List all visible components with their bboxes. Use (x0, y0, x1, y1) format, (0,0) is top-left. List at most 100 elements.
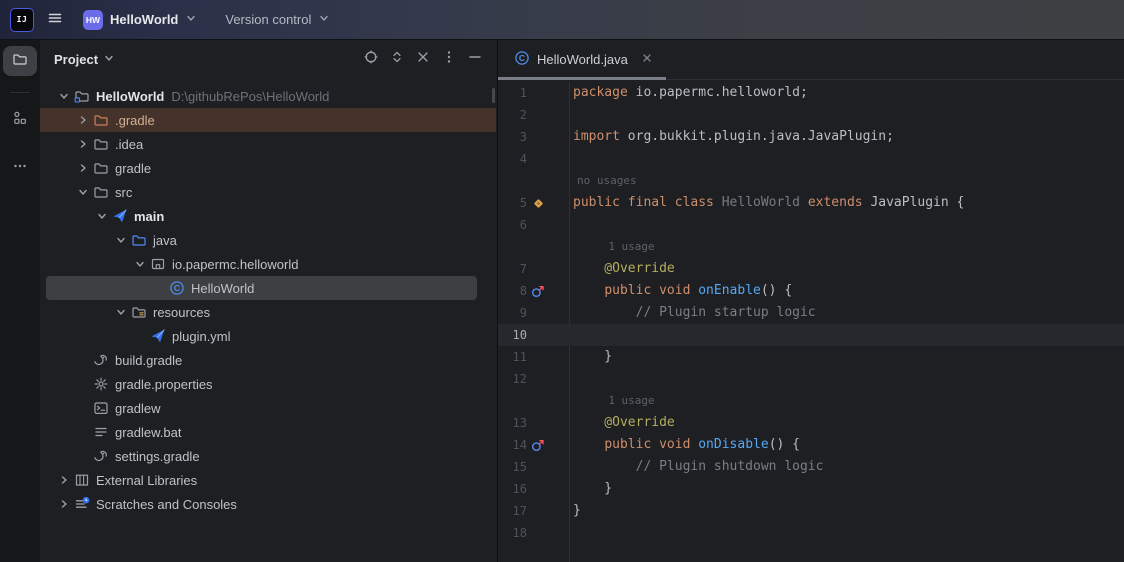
chevron-right-icon[interactable] (73, 112, 92, 128)
override-gutter-icon[interactable] (531, 438, 546, 453)
tree-row-gradlew-bat[interactable]: gradlew.bat (40, 420, 496, 444)
vcs-widget-label: Version control (225, 12, 311, 27)
main-toolbar: IJ HW HelloWorld Version control (0, 0, 1124, 40)
tree-row-java[interactable]: java (40, 228, 496, 252)
chevron-down-icon[interactable] (73, 184, 92, 200)
project-folder-icon (73, 88, 91, 104)
project-tree: HelloWorldD:\githubRePos\HelloWorld.grad… (40, 84, 496, 562)
tree-row-label: gradle (115, 161, 151, 176)
intellij-logo-icon[interactable]: IJ (10, 8, 34, 32)
line-number: 1 (498, 82, 527, 104)
options-button[interactable] (439, 49, 459, 69)
usage-hint[interactable]: 1 usage (573, 390, 655, 412)
folder-icon (92, 184, 110, 200)
expand-all-icon (389, 49, 405, 70)
expand-all-button[interactable] (387, 49, 407, 69)
tree-row-plugin-yml[interactable]: plugin.yml (40, 324, 496, 348)
locate-file-button[interactable] (361, 49, 381, 69)
paper-plane-icon (149, 328, 167, 344)
code-text: } (573, 478, 612, 500)
svg-text:C: C (519, 53, 525, 63)
editor-tab-bar: C HelloWorld.java (498, 40, 1124, 80)
tree-row-gradlew[interactable]: gradlew (40, 396, 496, 420)
tree-row-label: External Libraries (96, 473, 197, 488)
editor-code[interactable]: 1package io.papermc.helloworld;23import … (498, 82, 1124, 562)
chevron-spacer (73, 448, 92, 464)
close-tab-icon[interactable] (640, 51, 654, 68)
stripe-more-button[interactable] (3, 153, 37, 183)
hamburger-menu-icon[interactable] (40, 5, 70, 35)
panel-scrollbar[interactable] (492, 88, 495, 103)
tree-row-label: Scratches and Consoles (96, 497, 237, 512)
tree-row-label: settings.gradle (115, 449, 200, 464)
usage-hint[interactable]: no usages (573, 170, 637, 192)
hide-button[interactable] (465, 49, 485, 69)
tool-window-stripe (0, 40, 40, 562)
chevron-spacer (73, 376, 92, 392)
stripe-structure-button[interactable] (3, 105, 37, 135)
chevron-down-icon (185, 12, 197, 27)
tree-row-src[interactable]: src (40, 180, 496, 204)
project-widget[interactable]: HW HelloWorld (76, 6, 204, 34)
project-tool-window: Project HelloWorldD:\githubRePos\HelloWo… (40, 40, 498, 562)
project-folder-icon (12, 51, 28, 72)
chevron-down-icon[interactable] (111, 232, 130, 248)
usage-hint[interactable]: 1 usage (573, 236, 655, 258)
chevron-down-icon[interactable] (130, 256, 149, 272)
tree-row-external-libraries[interactable]: External Libraries (40, 468, 496, 492)
tree-row-main[interactable]: main (40, 204, 496, 228)
chevron-down-icon[interactable] (92, 208, 111, 224)
plugin-gutter-icon[interactable] (531, 196, 546, 211)
tree-row-build-gradle[interactable]: build.gradle (40, 348, 496, 372)
tree-row-settings-gradle[interactable]: settings.gradle (40, 444, 496, 468)
chevron-right-icon[interactable] (54, 472, 73, 488)
tree-row-label: plugin.yml (172, 329, 231, 344)
project-panel-toolbar (361, 49, 485, 69)
kebab-icon (441, 49, 457, 70)
code-text: } (573, 500, 581, 522)
tree-row-idea[interactable]: .idea (40, 132, 496, 156)
tree-row-helloworld[interactable]: HelloWorldD:\githubRePos\HelloWorld (40, 84, 496, 108)
line-number: 18 (498, 522, 527, 544)
folder-icon (92, 136, 110, 152)
collapse-all-button[interactable] (413, 49, 433, 69)
tree-row-helloworld[interactable]: CHelloWorld (46, 276, 477, 300)
tree-row-gradle-properties[interactable]: gradle.properties (40, 372, 496, 396)
code-line: 10 (498, 324, 1124, 346)
tree-row-io-papermc-helloworld[interactable]: io.papermc.helloworld (40, 252, 496, 276)
chevron-down-icon[interactable] (54, 88, 73, 104)
tree-row-resources[interactable]: resources (40, 300, 496, 324)
folder-resources-icon (130, 304, 148, 320)
code-line: 6 (498, 214, 1124, 236)
chevron-down-icon (103, 52, 115, 67)
tree-row-label: HelloWorld (96, 89, 164, 104)
tree-row-scratches-and-consoles[interactable]: Scratches and Consoles (40, 492, 496, 516)
chevron-right-icon[interactable] (73, 136, 92, 152)
folder-source-icon (130, 232, 148, 248)
line-number: 6 (498, 214, 527, 236)
line-number: 9 (498, 302, 527, 324)
code-line: 9 // Plugin startup logic (498, 302, 1124, 324)
chevron-down-icon[interactable] (111, 304, 130, 320)
tree-row-gradle[interactable]: .gradle (40, 108, 496, 132)
chevron-right-icon[interactable] (73, 160, 92, 176)
vcs-widget[interactable]: Version control (218, 8, 337, 31)
terminal-icon (92, 400, 110, 416)
locate-icon (363, 49, 379, 70)
chevron-right-icon[interactable] (54, 496, 73, 512)
code-text: import org.bukkit.plugin.java.JavaPlugin… (573, 126, 894, 148)
line-number: 15 (498, 456, 527, 478)
code-text: // Plugin startup logic (573, 302, 816, 324)
tree-row-label: main (134, 209, 164, 224)
override-gutter-icon[interactable] (531, 284, 546, 299)
line-number: 14 (498, 434, 527, 456)
project-view-selector[interactable]: Project (54, 52, 115, 67)
tab-helloworld-java[interactable]: C HelloWorld.java (498, 40, 666, 79)
stripe-project-button[interactable] (3, 46, 37, 76)
line-number: 11 (498, 346, 527, 368)
tree-row-label: gradlew (115, 401, 161, 416)
code-line: 8 public void onEnable() { (498, 280, 1124, 302)
chevron-spacer (73, 400, 92, 416)
tree-row-gradle[interactable]: gradle (40, 156, 496, 180)
code-line: 15 // Plugin shutdown logic (498, 456, 1124, 478)
